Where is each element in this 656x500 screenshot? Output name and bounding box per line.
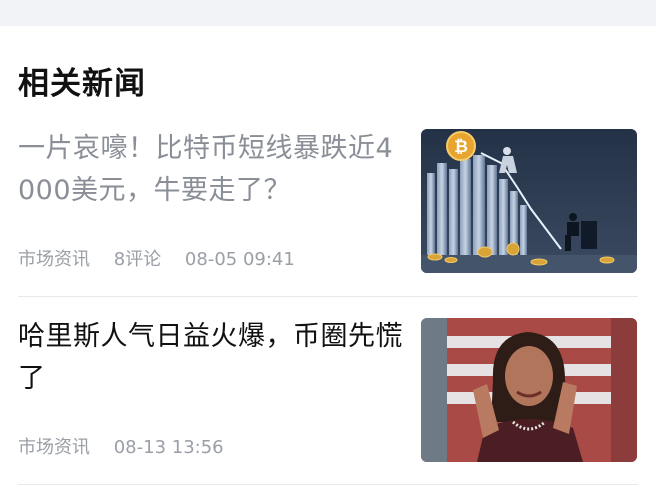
comment-count[interactable]: 8评论: [114, 249, 161, 270]
top-separator-band: [0, 0, 656, 26]
news-headline[interactable]: 一片哀嚎！比特币短线暴跌近4000美元，牛要走了？: [18, 128, 403, 212]
news-source: 市场资讯: [18, 437, 90, 458]
section-title: 相关新闻: [18, 66, 146, 102]
news-time: 08-05 09:41: [184, 249, 295, 270]
news-meta: 市场资讯 08-13 13:56: [18, 436, 242, 460]
divider: [18, 296, 638, 297]
news-source: 市场资讯: [18, 249, 90, 270]
news-thumbnail[interactable]: [421, 318, 637, 462]
news-item[interactable]: 哈里斯人气日益火爆，币圈先慌了 市场资讯 08-13 13:56: [0, 316, 656, 482]
news-page: 相关新闻 一片哀嚎！比特币短线暴跌近4000美元，牛要走了？ 市场资讯 8评论 …: [0, 0, 656, 500]
news-time: 08-13 13:56: [113, 437, 224, 458]
svg-text:₿: ₿: [454, 137, 468, 157]
news-meta: 市场资讯 8评论 08-05 09:41: [18, 248, 313, 272]
news-thumbnail[interactable]: ₿: [421, 129, 637, 273]
news-headline[interactable]: 哈里斯人气日益火爆，币圈先慌了: [18, 316, 403, 400]
news-item[interactable]: 一片哀嚎！比特币短线暴跌近4000美元，牛要走了？ 市场资讯 8评论 08-05…: [0, 128, 656, 296]
divider: [18, 484, 638, 485]
